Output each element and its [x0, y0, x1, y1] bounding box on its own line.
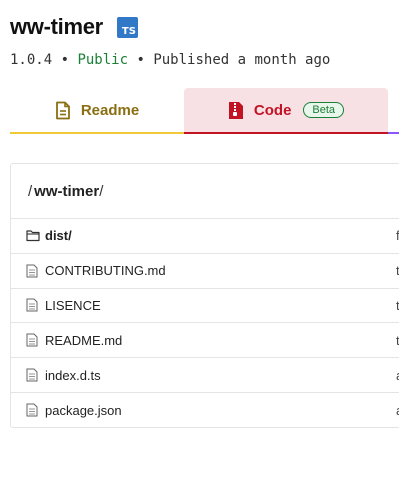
list-item[interactable]: package.json a — [11, 393, 399, 428]
visibility-label: Public — [77, 52, 129, 68]
breadcrumb-root[interactable]: ww-timer — [34, 183, 99, 200]
breadcrumb: / ww-timer / — [11, 164, 399, 219]
list-item[interactable]: README.md t — [11, 323, 399, 359]
list-item[interactable]: CONTRIBUTING.md t — [11, 254, 399, 289]
zip-file-icon — [228, 101, 243, 119]
package-header: ww-timer TS — [10, 14, 138, 40]
file-icon — [26, 333, 40, 347]
file-icon — [26, 403, 40, 417]
folder-icon — [26, 229, 40, 243]
version: 1.0.4 — [10, 52, 53, 68]
file-name: package.json — [45, 402, 122, 418]
file-name: CONTRIBUTING.md — [45, 263, 166, 279]
breadcrumb-separator: / — [99, 182, 104, 200]
package-meta: 1.0.4 • Public • Published a month ago — [10, 52, 330, 68]
tab-code[interactable]: Code Beta — [184, 88, 388, 134]
list-item[interactable]: dist/ f — [11, 219, 399, 254]
document-icon — [55, 101, 70, 119]
tabs-divider — [388, 88, 399, 134]
tab-code-label: Code — [253, 101, 292, 119]
file-browser: / ww-timer / dist/ f CONTRIBUTING.md t L… — [10, 163, 399, 428]
meta-separator: • — [128, 52, 154, 68]
file-name: README.md — [45, 332, 123, 348]
package-name: ww-timer — [10, 14, 103, 39]
meta-separator: • — [52, 52, 78, 68]
file-name: index.d.ts — [45, 367, 101, 383]
breadcrumb-separator: / — [28, 182, 33, 200]
file-icon — [26, 298, 40, 312]
package-tabs: Readme Code Beta — [10, 88, 399, 134]
file-name: dist/ — [45, 228, 72, 244]
published-date: Published a month ago — [153, 52, 331, 68]
beta-badge: Beta — [303, 102, 345, 118]
tab-readme-label: Readme — [80, 101, 140, 119]
file-name: LISENCE — [45, 297, 101, 313]
file-icon — [26, 264, 40, 278]
typescript-icon: TS — [116, 16, 138, 38]
file-icon — [26, 368, 40, 382]
list-item[interactable]: LISENCE t — [11, 289, 399, 324]
list-item[interactable]: index.d.ts a — [11, 358, 399, 393]
tab-readme[interactable]: Readme — [10, 88, 184, 134]
